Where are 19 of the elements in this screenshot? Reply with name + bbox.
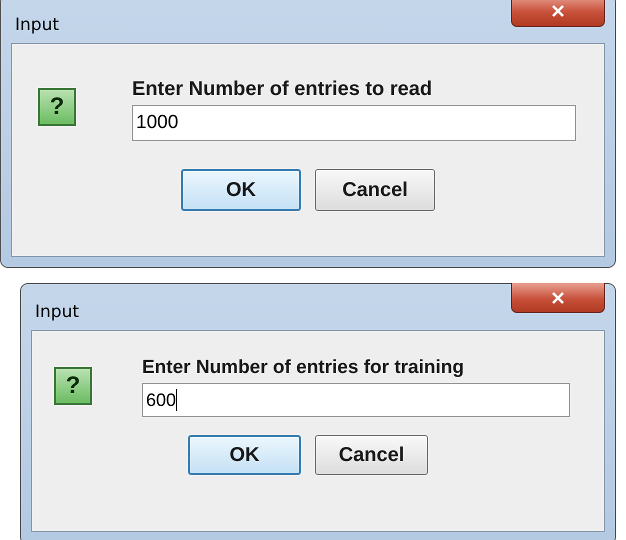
close-button[interactable] — [511, 0, 605, 27]
dialog-button[interactable]: OK — [188, 435, 301, 475]
question-icon: ? — [54, 367, 92, 405]
question-icon: ? — [38, 88, 76, 126]
close-icon — [551, 292, 565, 304]
prompt-label: Enter Number of entries for training — [142, 357, 465, 379]
field-value: 1000 — [136, 112, 178, 134]
dialog-button[interactable]: Cancel — [315, 169, 435, 211]
dialog-button[interactable]: OK — [181, 169, 301, 211]
input-field[interactable]: 600 — [142, 383, 570, 417]
close-icon — [551, 4, 565, 16]
window-title: Input — [14, 15, 60, 37]
close-button[interactable] — [511, 283, 605, 313]
prompt-label: Enter Number of entries to read — [132, 78, 434, 101]
field-value: 600 — [146, 390, 176, 410]
window-title: Input — [34, 302, 80, 324]
input-field[interactable]: 1000 — [132, 105, 576, 141]
dialog-button[interactable]: Cancel — [315, 435, 428, 475]
text-cursor — [176, 389, 178, 411]
